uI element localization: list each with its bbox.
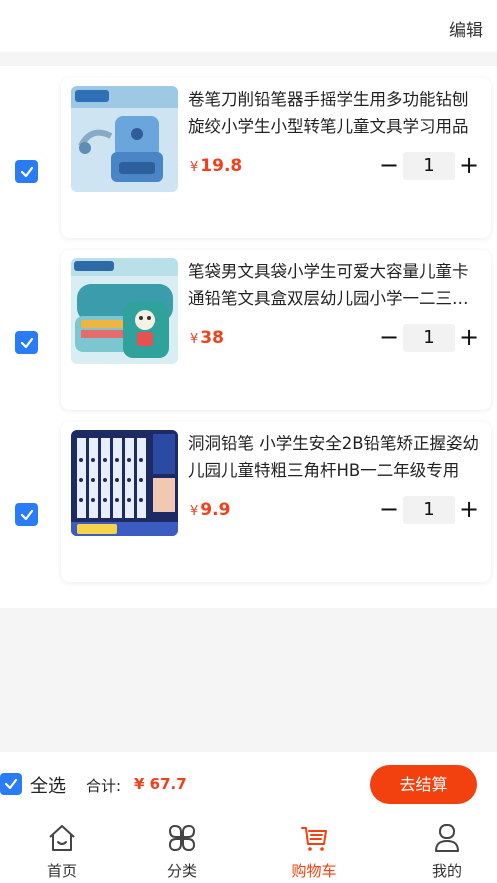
quantity-stepper: − 1 + — [379, 324, 485, 352]
cart-item: 洞洞铅笔 小学生安全2B铅笔矫正握姿幼儿园儿童特粗三角杆HB一二年级专用 ¥9.… — [0, 422, 497, 582]
tab-label: 购物车 — [291, 862, 337, 880]
product-price: ¥9.9 — [190, 500, 231, 520]
checkout-button[interactable]: 去结算 — [370, 765, 477, 804]
quantity-stepper: − 1 + — [379, 496, 485, 524]
product-image-pencils[interactable] — [71, 430, 178, 536]
check-icon — [20, 166, 33, 177]
select-all-checkbox[interactable] — [0, 773, 22, 795]
cart-item: 笔袋男文具袋小学生可爱大容量儿童卡通铅笔文具盒双层幼儿园小学一二三年级 ¥38 … — [0, 250, 497, 410]
product-title[interactable]: 洞洞铅笔 小学生安全2B铅笔矫正握姿幼儿园儿童特粗三角杆HB一二年级专用 — [188, 430, 484, 484]
top-header: 编辑 — [0, 0, 497, 52]
check-icon — [4, 778, 18, 790]
item-checkbox[interactable] — [15, 160, 38, 183]
check-icon — [20, 509, 33, 520]
product-title[interactable]: 笔袋男文具袋小学生可爱大容量儿童卡通铅笔文具盒双层幼儿园小学一二三年级 — [188, 258, 484, 312]
product-card[interactable]: 笔袋男文具袋小学生可爱大容量儿童卡通铅笔文具盒双层幼儿园小学一二三年级 ¥38 … — [61, 250, 491, 410]
tab-cart[interactable]: 购物车 — [252, 816, 376, 883]
total-price: ¥ 67.7 — [134, 775, 187, 793]
quantity-value[interactable]: 1 — [403, 496, 455, 524]
home-icon — [49, 825, 75, 851]
product-price: ¥38 — [190, 328, 224, 348]
cart-icon — [301, 827, 327, 851]
item-checkbox[interactable] — [15, 331, 38, 354]
tab-profile[interactable]: 我的 — [385, 816, 497, 883]
bottom-tab-bar: 首页 分类 购物车 我的 — [0, 816, 497, 883]
quantity-value[interactable]: 1 — [403, 324, 455, 352]
decrease-button[interactable]: − — [379, 324, 399, 352]
item-checkbox[interactable] — [15, 503, 38, 526]
tab-home[interactable]: 首页 — [0, 816, 124, 883]
decrease-button[interactable]: − — [379, 152, 399, 180]
check-icon — [20, 337, 33, 348]
total-label: 合计: — [86, 777, 122, 795]
tab-label: 首页 — [46, 862, 77, 880]
quantity-value[interactable]: 1 — [403, 152, 455, 180]
product-card[interactable]: 洞洞铅笔 小学生安全2B铅笔矫正握姿幼儿园儿童特粗三角杆HB一二年级专用 ¥9.… — [61, 422, 491, 582]
product-price: ¥19.8 — [190, 156, 243, 176]
tab-label: 我的 — [431, 862, 462, 880]
product-image-pencil-case[interactable] — [71, 258, 178, 364]
select-all-label[interactable]: 全选 — [30, 772, 66, 798]
increase-button[interactable]: + — [459, 496, 479, 524]
cart-item: 卷笔刀削铅笔器手摇学生用多功能钻刨旋绞小学生小型转笔儿童文具学习用品 ¥19.8… — [0, 78, 497, 238]
user-icon — [435, 824, 459, 852]
tab-category[interactable]: 分类 — [120, 816, 244, 883]
increase-button[interactable]: + — [459, 152, 479, 180]
cart-list: 卷笔刀削铅笔器手摇学生用多功能钻刨旋绞小学生小型转笔儿童文具学习用品 ¥19.8… — [0, 66, 497, 608]
quantity-stepper: − 1 + — [379, 152, 485, 180]
product-image-pencil-sharpener[interactable] — [71, 86, 178, 192]
decrease-button[interactable]: − — [379, 496, 399, 524]
cart-summary-bar: 全选 合计: ¥ 67.7 去结算 — [0, 752, 497, 816]
product-card[interactable]: 卷笔刀削铅笔器手摇学生用多功能钻刨旋绞小学生小型转笔儿童文具学习用品 ¥19.8… — [61, 78, 491, 238]
increase-button[interactable]: + — [459, 324, 479, 352]
category-icon — [168, 824, 196, 852]
tab-label: 分类 — [166, 862, 197, 880]
product-title[interactable]: 卷笔刀削铅笔器手摇学生用多功能钻刨旋绞小学生小型转笔儿童文具学习用品 — [188, 86, 484, 140]
edit-button[interactable]: 编辑 — [449, 16, 483, 41]
